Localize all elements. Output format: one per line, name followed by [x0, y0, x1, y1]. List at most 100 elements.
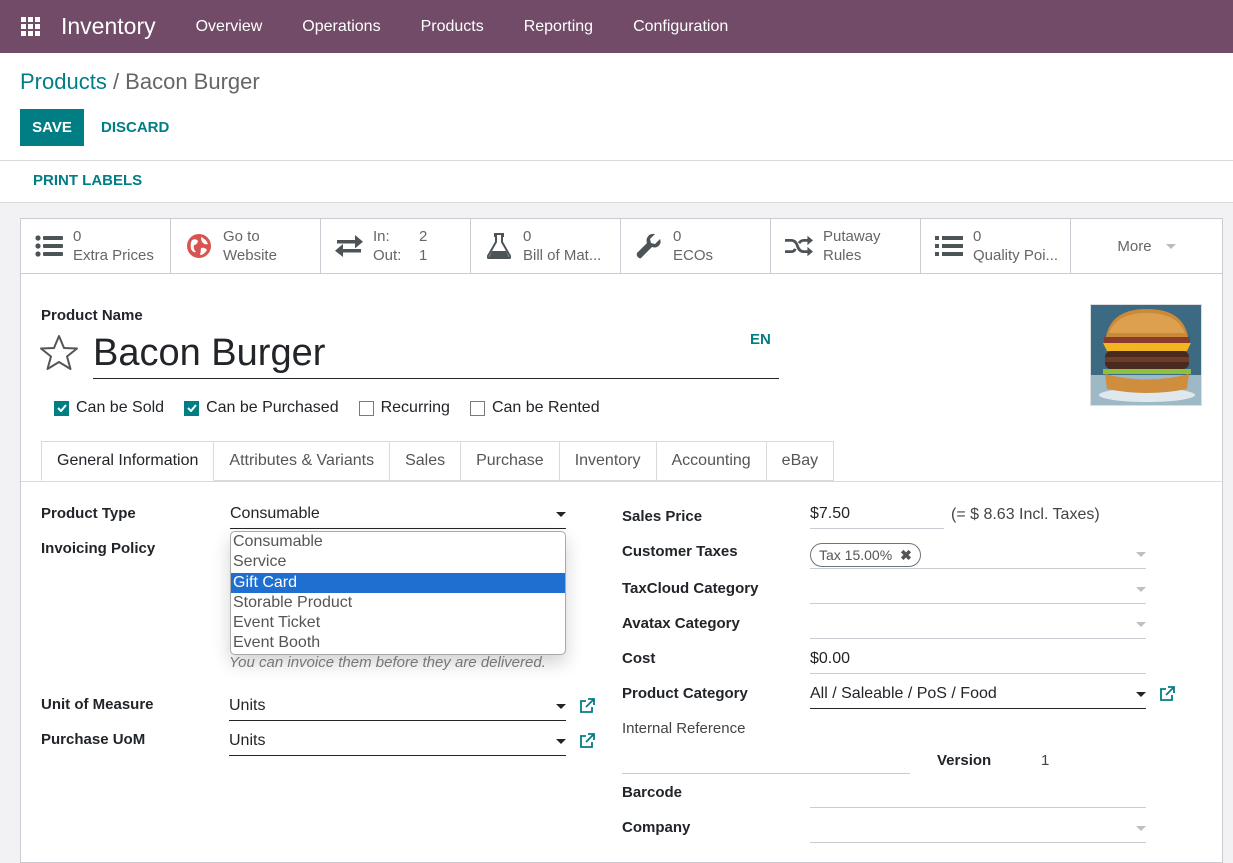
- product-type-value: Consumable: [230, 505, 320, 522]
- internal-reference-input[interactable]: [622, 748, 910, 774]
- sales-price-label: Sales Price: [622, 508, 703, 525]
- bom-label: Bill of Mat...: [523, 247, 602, 264]
- tab-general-information[interactable]: General Information: [41, 441, 215, 481]
- menu-configuration[interactable]: Configuration: [613, 18, 748, 36]
- option-event-ticket[interactable]: Event Ticket: [231, 613, 565, 633]
- breadcrumb: Products / Bacon Burger: [20, 69, 260, 95]
- version-label: Version: [937, 752, 992, 769]
- tax-tag-label: Tax 15.00%: [819, 547, 893, 563]
- more-button[interactable]: More: [1071, 219, 1222, 273]
- putaway-line1: Putaway: [823, 228, 881, 245]
- apps-grid-icon[interactable]: [19, 16, 41, 38]
- caret-down-icon: [1136, 692, 1146, 697]
- burger-photo: [1091, 305, 1201, 405]
- company-label: Company: [622, 819, 691, 836]
- checkbox-unchecked[interactable]: [358, 400, 374, 416]
- tab-ebay[interactable]: eBay: [766, 441, 835, 481]
- checkbox-checked[interactable]: [54, 400, 69, 416]
- menu-overview[interactable]: Overview: [176, 18, 283, 36]
- external-link-icon[interactable]: [1159, 686, 1175, 702]
- tab-inventory[interactable]: Inventory: [559, 441, 657, 481]
- list-icon: [935, 232, 963, 260]
- go-to-website-button[interactable]: Go to Website: [171, 219, 321, 273]
- language-button[interactable]: EN: [750, 331, 771, 348]
- company-select[interactable]: [810, 817, 1146, 843]
- option-consumable[interactable]: Consumable: [231, 532, 565, 552]
- sales-price-input[interactable]: $7.50: [810, 503, 944, 529]
- checkbox-unchecked[interactable]: [469, 400, 485, 416]
- tab-sales[interactable]: Sales: [390, 441, 462, 481]
- discard-button[interactable]: DISCARD: [92, 109, 178, 146]
- barcode-input[interactable]: [810, 782, 1146, 808]
- unit-of-measure-value: Units: [229, 697, 266, 714]
- product-category-select[interactable]: All / Saleable / PoS / Food: [810, 683, 1146, 709]
- caret-down-icon: [556, 704, 566, 709]
- product-type-select[interactable]: Consumable: [230, 503, 566, 529]
- caret-down-icon: [1136, 622, 1146, 627]
- divider: [0, 202, 1233, 203]
- in-out-button[interactable]: In: 2 Out: 1: [321, 219, 471, 273]
- putaway-rules-button[interactable]: Putaway Rules: [771, 219, 921, 273]
- option-service[interactable]: Service: [231, 552, 565, 572]
- option-event-booth[interactable]: Event Booth: [231, 633, 565, 653]
- product-category-value: All / Saleable / PoS / Food: [810, 685, 997, 702]
- print-labels-button[interactable]: PRINT LABELS: [24, 165, 151, 195]
- purchase-uom-value: Units: [229, 732, 266, 749]
- putaway-line2: Rules: [823, 247, 862, 264]
- product-name-label: Product Name: [41, 307, 143, 324]
- product-name-input[interactable]: Bacon Burger: [93, 329, 779, 379]
- option-gift-card[interactable]: Gift Card: [231, 572, 565, 593]
- quality-label: Quality Poi...: [973, 247, 1059, 264]
- favorite-star-icon[interactable]: [39, 333, 79, 373]
- menu-operations[interactable]: Operations: [282, 18, 400, 36]
- checkbox-checked[interactable]: [184, 400, 200, 416]
- taxcloud-category-select[interactable]: [810, 578, 1146, 604]
- breadcrumb-products-link[interactable]: Products: [20, 69, 107, 94]
- tab-accounting[interactable]: Accounting: [656, 441, 767, 481]
- extra-prices-count: 0: [73, 228, 82, 245]
- purchase-uom-label: Purchase UoM: [41, 731, 146, 748]
- quality-points-button[interactable]: 0 Quality Poi...: [921, 219, 1071, 273]
- shuffle-icon: [785, 232, 813, 260]
- customer-taxes-label: Customer Taxes: [622, 543, 738, 560]
- flask-icon: [485, 232, 513, 260]
- out-value: 1: [419, 247, 428, 264]
- external-link-icon[interactable]: [579, 698, 595, 714]
- avatax-category-label: Avatax Category: [622, 615, 740, 632]
- menu-reporting[interactable]: Reporting: [504, 18, 613, 36]
- external-link-icon[interactable]: [579, 733, 595, 749]
- recurring-checkbox[interactable]: Recurring: [358, 399, 450, 417]
- tab-attributes-variants[interactable]: Attributes & Variants: [214, 441, 391, 481]
- unit-of-measure-select[interactable]: Units: [229, 695, 566, 721]
- remove-tag-icon[interactable]: ✖: [900, 547, 912, 563]
- ecos-button[interactable]: 0 ECOs: [621, 219, 771, 273]
- can-be-sold-checkbox[interactable]: Can be Sold: [54, 399, 164, 417]
- option-storable-product[interactable]: Storable Product: [231, 593, 565, 613]
- save-button[interactable]: SAVE: [20, 109, 84, 146]
- can-be-purchased-checkbox[interactable]: Can be Purchased: [184, 399, 339, 417]
- caret-down-icon: [556, 739, 566, 744]
- cost-input[interactable]: $0.00: [810, 648, 1146, 674]
- breadcrumb-current: Bacon Burger: [125, 69, 260, 94]
- invoicing-policy-label: Invoicing Policy: [41, 540, 156, 557]
- notebook-tabs: General Information Attributes & Variant…: [41, 441, 835, 481]
- tab-purchase[interactable]: Purchase: [461, 441, 560, 481]
- purchase-uom-select[interactable]: Units: [229, 730, 566, 756]
- can-be-rented-checkbox[interactable]: Can be Rented: [469, 399, 600, 417]
- website-line1: Go to: [223, 228, 260, 245]
- caret-down-icon: [1165, 243, 1176, 249]
- bill-of-materials-button[interactable]: 0 Bill of Mat...: [471, 219, 621, 273]
- app-name[interactable]: Inventory: [61, 13, 156, 40]
- breadcrumb-separator: /: [106, 69, 126, 94]
- caret-down-icon: [1136, 826, 1146, 831]
- product-image[interactable]: [1090, 304, 1202, 406]
- extra-prices-button[interactable]: 0 Extra Prices: [21, 219, 171, 273]
- caret-down-icon: [1136, 552, 1146, 557]
- version-value: 1: [1041, 752, 1050, 769]
- ecos-count: 0: [673, 228, 682, 245]
- menu-products[interactable]: Products: [401, 18, 504, 36]
- invoicing-help-text: You can invoice them before they are del…: [229, 654, 546, 671]
- avatax-category-select[interactable]: [810, 613, 1146, 639]
- globe-icon: [185, 232, 213, 260]
- price-incl-taxes: (= $ 8.63 Incl. Taxes): [951, 506, 1100, 523]
